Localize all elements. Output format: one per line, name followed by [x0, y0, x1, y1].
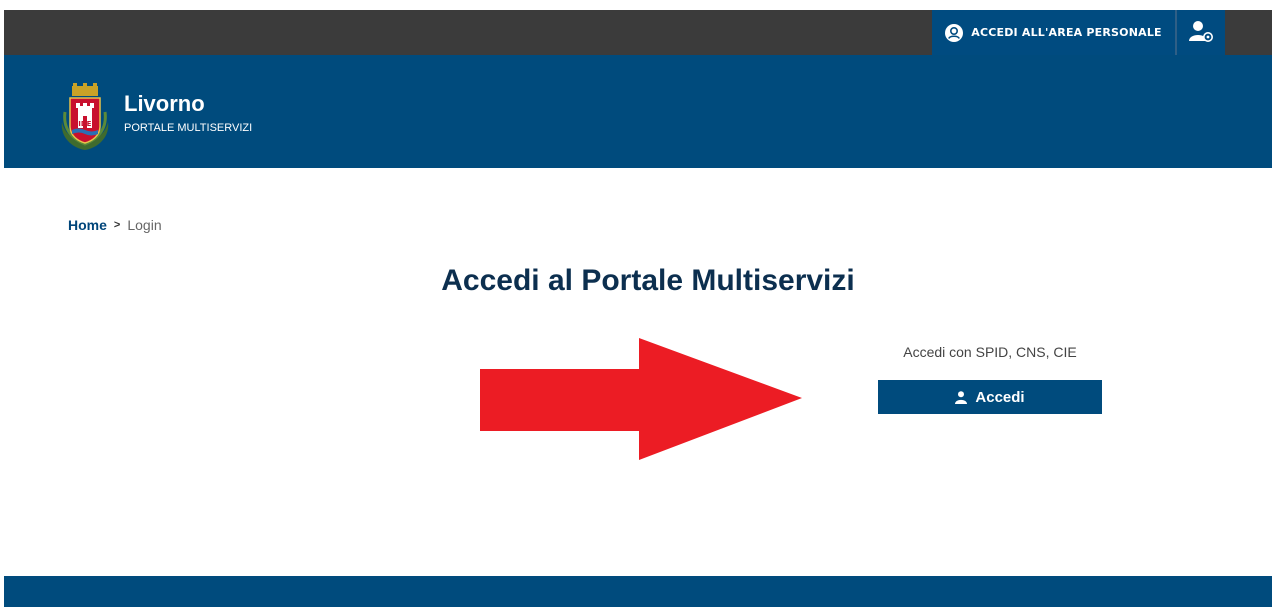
user-settings-button[interactable]: [1177, 10, 1225, 55]
page-title: Accedi al Portale Multiservizi: [441, 264, 855, 297]
breadcrumb-separator: >: [113, 219, 121, 231]
svg-text:FIDES: FIDES: [73, 120, 96, 128]
breadcrumb-current: Login: [127, 217, 162, 233]
red-arrow-icon: [480, 338, 802, 460]
accedi-button-label: Accedi: [975, 388, 1025, 406]
personal-area-label: ACCEDI ALL'AREA PERSONALE: [971, 26, 1162, 39]
user-icon: [955, 390, 968, 404]
site-footer: [4, 576, 1272, 607]
personal-area-login-link[interactable]: ACCEDI ALL'AREA PERSONALE: [932, 10, 1175, 55]
livorno-crest-icon[interactable]: FIDES: [58, 82, 112, 152]
top-bar: ACCEDI ALL'AREA PERSONALE: [4, 10, 1272, 55]
spid-cns-cie-label: Accedi con SPID, CNS, CIE: [903, 344, 1077, 360]
site-subtitle: PORTALE MULTISERVIZI: [124, 122, 253, 134]
site-title[interactable]: Livorno: [124, 91, 205, 117]
breadcrumb-home-link[interactable]: Home: [68, 217, 107, 233]
site-header: FIDES Livorno PORTALE MULTISERVIZI: [4, 55, 1272, 168]
user-settings-icon: [1189, 20, 1213, 46]
accedi-button[interactable]: Accedi: [878, 380, 1102, 414]
user-circle-icon: [945, 23, 964, 42]
breadcrumb: Home > Login: [68, 217, 162, 233]
